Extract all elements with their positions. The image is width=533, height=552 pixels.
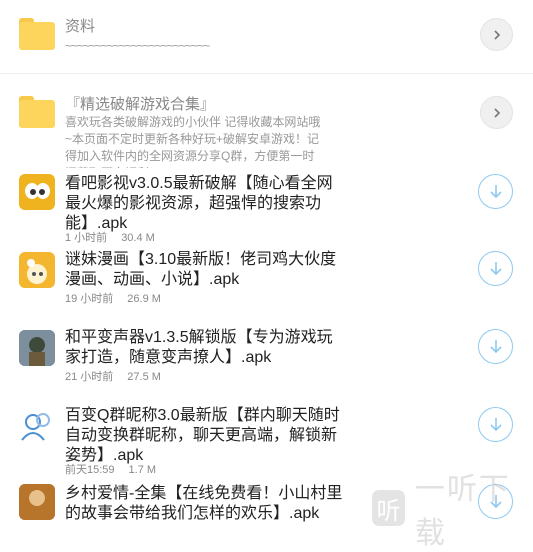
- file-meta: 19 小时前 26.9 M: [65, 290, 175, 306]
- chevron-right-icon[interactable]: [480, 18, 513, 51]
- folder-item-2[interactable]: 『精选破解游戏合集』 喜欢玩各类破解游戏的小伙伴 记得收藏本网站哦~本页面不定时…: [0, 80, 533, 172]
- watermark-text: 一听下载: [414, 473, 511, 550]
- file-time: 21 小时前: [65, 371, 114, 383]
- file-item[interactable]: 和平变声器v1.3.5解锁版【专为游戏玩家打造，随意变声撩人】.apk 21 小…: [0, 328, 533, 404]
- file-time: 1 小时前: [65, 232, 108, 244]
- file-size: 26.9 M: [127, 293, 161, 305]
- file-size: 30.4 M: [121, 232, 155, 244]
- file-item[interactable]: 谜妹漫画【3.10最新版！佬司鸡大伙度漫画、动画、小说】.apk 19 小时前 2…: [0, 250, 533, 326]
- app-icon-mimei: [19, 252, 55, 288]
- file-time: 前天15:59: [65, 464, 115, 476]
- file-title: 和平变声器v1.3.5解锁版【专为游戏玩家打造，随意变声撩人】.apk: [65, 329, 333, 366]
- file-title: 百变Q群昵称3.0最新版【群内聊天随时自动变换群昵称，聊天更高端，解锁新姿势】.…: [65, 407, 340, 464]
- download-icon[interactable]: [478, 407, 513, 442]
- app-icon-qq-group: [19, 408, 55, 444]
- folder-desc: 喜欢玩各类破解游戏的小伙伴 记得收藏本网站哦~本页面不定时更新各种好玩+破解安卓…: [65, 115, 321, 168]
- file-title: 乡村爱情-全集【在线免费看！小山村里的故事会带给我们怎样的欢乐】.apk: [65, 485, 343, 522]
- folder-title: 资料: [65, 18, 96, 35]
- app-icon-rural-love: [19, 484, 55, 520]
- folder-icon: [19, 96, 55, 128]
- app-icon-kanba: [19, 174, 55, 210]
- file-meta: 1 小时前 30.4 M: [65, 229, 169, 245]
- file-meta: 前天15:59 1.7 M: [65, 461, 170, 477]
- folder-desc: ~~~~~~~~~~~~~~~~~~~~~~~~: [65, 39, 210, 53]
- divider: [0, 73, 533, 74]
- file-meta: 21 小时前 27.5 M: [65, 368, 175, 384]
- watermark-glyph: 听: [372, 490, 405, 526]
- watermark-logo: 听 一听下载: [372, 473, 532, 550]
- folder-icon: [19, 18, 55, 50]
- download-icon[interactable]: [478, 329, 513, 364]
- file-size: 27.5 M: [127, 371, 161, 383]
- download-icon[interactable]: [478, 251, 513, 286]
- file-title: 谜妹漫画【3.10最新版！佬司鸡大伙度漫画、动画、小说】.apk: [65, 251, 337, 288]
- folder-item-1[interactable]: 资料 ~~~~~~~~~~~~~~~~~~~~~~~~: [0, 0, 533, 72]
- file-title: 看吧影视v3.0.5最新破解【随心看全网最火爆的影视资源，超强悍的搜索功能】.a…: [65, 175, 333, 232]
- download-icon[interactable]: [478, 174, 513, 209]
- folder-title: 『精选破解游戏合集』: [65, 96, 216, 113]
- app-icon-voice-changer: [19, 330, 55, 366]
- chevron-right-icon[interactable]: [480, 96, 513, 129]
- file-item[interactable]: 看吧影视v3.0.5最新破解【随心看全网最火爆的影视资源，超强悍的搜索功能】.a…: [0, 172, 533, 248]
- file-time: 19 小时前: [65, 293, 114, 305]
- file-size: 1.7 M: [128, 464, 157, 476]
